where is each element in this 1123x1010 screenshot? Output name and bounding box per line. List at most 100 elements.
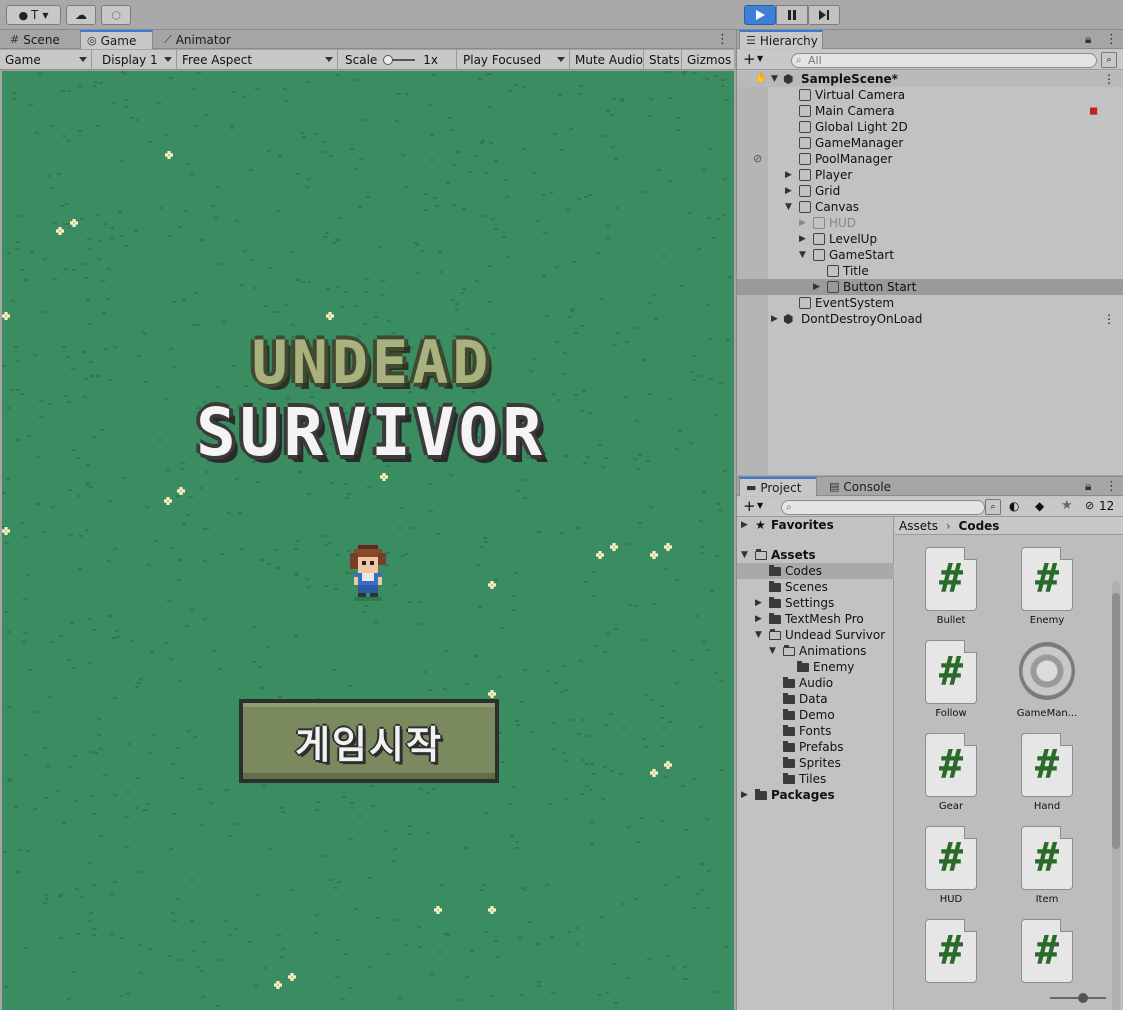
mute-audio-toggle[interactable]: Mute Audio [570, 50, 644, 70]
project-folder-item[interactable]: ▶ TextMesh Pro [737, 611, 894, 627]
project-folder-item[interactable]: Fonts [737, 723, 894, 739]
chevron-down-icon[interactable]: ▼ [757, 54, 763, 63]
pause-button[interactable] [776, 5, 808, 25]
expand-arrow-down-icon[interactable]: ▼ [785, 199, 792, 215]
expand-arrow-right-icon[interactable]: ▶ [741, 517, 748, 533]
collab-button[interactable]: ⬡ [101, 5, 131, 25]
hierarchy-item[interactable]: ▼ GameStart [737, 247, 1123, 263]
asset-item-script[interactable]: # Hand [1007, 733, 1087, 823]
project-search-input[interactable]: ⌕ [781, 500, 985, 515]
expand-arrow-right-icon[interactable]: ▶ [785, 183, 792, 199]
scale-slider[interactable] [383, 55, 416, 65]
asset-item-script[interactable]: # [911, 919, 991, 1009]
project-folder-item[interactable]: Tiles [737, 771, 894, 787]
hierarchy-item[interactable]: ▶ Player [737, 167, 1123, 183]
stats-toggle[interactable]: Stats [644, 50, 682, 70]
kebab-menu-icon[interactable]: ⋮ [1103, 311, 1115, 327]
tab-game[interactable]: ◎ Game [80, 30, 153, 49]
kebab-menu-icon[interactable]: ⋮ [1105, 32, 1118, 47]
view-dropdown[interactable]: Game [0, 50, 92, 70]
expand-arrow-down-icon[interactable]: ▼ [799, 247, 806, 263]
filter-by-label-icon[interactable]: ◆ [1035, 499, 1044, 513]
game-start-button[interactable]: 게임시작 [239, 699, 499, 783]
project-folder-item[interactable]: ▼ Animations [737, 643, 894, 659]
expand-arrow-down-icon[interactable]: ▼ [755, 627, 762, 643]
display-dropdown[interactable]: Display 1 [97, 50, 177, 70]
expand-arrow-down-icon[interactable]: ▼ [771, 71, 778, 87]
hierarchy-item[interactable]: EventSystem [737, 295, 1123, 311]
hierarchy-item[interactable]: PoolManager ⊘ [737, 151, 1123, 167]
step-button[interactable] [808, 5, 840, 25]
tab-console[interactable]: ▤ Console [823, 477, 903, 496]
game-view-viewport[interactable]: UNDEAD SURVIVOR 게임시작 [2, 71, 734, 1010]
asset-scrollbar-thumb[interactable] [1112, 593, 1120, 849]
expand-arrow-right-icon[interactable]: ▶ [785, 167, 792, 183]
project-folder-item[interactable]: Demo [737, 707, 894, 723]
scene-pickable-icon[interactable]: ✋ [755, 71, 767, 87]
project-folder-item[interactable]: Sprites [737, 755, 894, 771]
add-icon[interactable]: + [743, 50, 756, 69]
kebab-menu-icon[interactable]: ⋮ [1105, 479, 1118, 494]
project-folder-item[interactable]: ▶ ★ Favorites [737, 517, 894, 533]
tab-project[interactable]: ▬ Project [739, 477, 817, 496]
search-options-icon[interactable]: ⌕ [985, 499, 1001, 515]
hierarchy-item[interactable]: ▶ HUD [737, 215, 1123, 231]
breadcrumb-codes[interactable]: Codes [959, 519, 1000, 533]
hierarchy-item[interactable]: ▶ ⬢ DontDestroyOnLoad ⋮ [737, 311, 1123, 327]
asset-item-script[interactable]: # Gear [911, 733, 991, 823]
project-folder-item[interactable]: Scenes [737, 579, 894, 595]
aspect-dropdown[interactable]: Free Aspect [177, 50, 338, 70]
hierarchy-item[interactable]: Title [737, 263, 1123, 279]
hierarchy-search-input[interactable]: ⌕ All [791, 53, 1097, 68]
hierarchy-item[interactable]: ▶ Grid [737, 183, 1123, 199]
project-folder-item[interactable]: Codes [737, 563, 894, 579]
project-folder-item[interactable]: ▼ Assets [737, 547, 894, 563]
hierarchy-item[interactable]: Virtual Camera [737, 87, 1123, 103]
expand-arrow-down-icon[interactable]: ▼ [769, 643, 776, 659]
kebab-menu-icon[interactable]: ⋮ [716, 32, 729, 47]
asset-item-script[interactable]: # Item [1007, 826, 1087, 916]
hidden-pickable-icon[interactable]: ⊘ [753, 151, 762, 167]
expand-arrow-right-icon[interactable]: ▶ [799, 231, 806, 247]
project-folder-item[interactable]: Audio [737, 675, 894, 691]
hierarchy-item[interactable]: Main Camera ◼ [737, 103, 1123, 119]
icon-size-slider-knob[interactable] [1078, 993, 1088, 1003]
asset-item-script[interactable]: # Bullet [911, 547, 991, 637]
asset-item-script[interactable]: # [1007, 919, 1087, 1009]
expand-arrow-right-icon[interactable]: ▶ [813, 279, 820, 295]
play-button[interactable] [744, 5, 776, 25]
asset-item-gear[interactable]: GameMan... [1007, 640, 1087, 730]
hierarchy-item[interactable]: ▶ Button Start [737, 279, 1123, 295]
project-folder-item[interactable]: Data [737, 691, 894, 707]
lock-icon[interactable]: 🔒︎ [1085, 479, 1091, 494]
play-mode-dropdown[interactable]: Play Focused [458, 50, 570, 70]
hierarchy-item[interactable]: ▼ ⬢ SampleScene* ⋮ ✋ [737, 71, 1123, 87]
asset-item-script[interactable]: # Follow [911, 640, 991, 730]
hierarchy-item[interactable]: Global Light 2D [737, 119, 1123, 135]
hidden-packages-icon[interactable]: ⊘ [1085, 499, 1094, 512]
gizmos-toggle[interactable]: Gizmos [682, 50, 734, 70]
chevron-down-icon[interactable]: ▼ [757, 501, 763, 510]
lock-icon[interactable]: 🔒︎ [1085, 32, 1091, 47]
project-folder-item[interactable]: Enemy [737, 659, 894, 675]
asset-item-script[interactable]: # HUD [911, 826, 991, 916]
hierarchy-item[interactable]: ▶ LevelUp [737, 231, 1123, 247]
project-folder-item[interactable]: Prefabs [737, 739, 894, 755]
cloud-button[interactable]: ☁ [66, 5, 96, 25]
expand-arrow-right-icon[interactable]: ▶ [755, 611, 762, 627]
tab-animator[interactable]: ⟋ Animator [158, 30, 238, 49]
expand-arrow-right-icon[interactable]: ▶ [771, 311, 778, 327]
favorites-star-icon[interactable]: ★ [1061, 498, 1073, 513]
expand-arrow-right-icon[interactable]: ▶ [755, 595, 762, 611]
account-dropdown[interactable]: ● T ▼ [6, 5, 61, 25]
kebab-menu-icon[interactable]: ⋮ [1103, 71, 1115, 87]
filter-by-type-icon[interactable]: ◐ [1009, 499, 1019, 513]
project-folder-item[interactable]: ▶ Settings [737, 595, 894, 611]
tab-hierarchy[interactable]: ☰ Hierarchy [739, 30, 823, 49]
expand-arrow-right-icon[interactable]: ▶ [799, 215, 806, 231]
expand-arrow-right-icon[interactable]: ▶ [741, 787, 748, 803]
asset-scrollbar[interactable] [1112, 581, 1120, 1010]
project-folder-item[interactable]: ▼ Undead Survivor [737, 627, 894, 643]
asset-item-script[interactable]: # Enemy [1007, 547, 1087, 637]
breadcrumb-assets[interactable]: Assets [899, 519, 938, 533]
